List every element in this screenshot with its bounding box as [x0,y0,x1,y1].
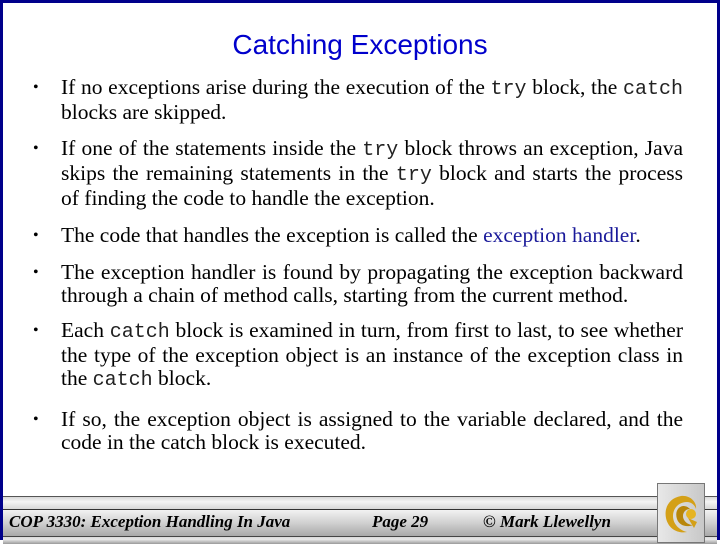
bullet-item: • If so, the exception object is assigned… [33,408,683,454]
bullet-icon: • [33,140,39,157]
bullet-list: • If no exceptions arise during the execu… [33,76,683,454]
code-keyword: try [395,164,432,187]
bullet-text: block, the [526,75,623,99]
highlighted-term: exception handler [483,223,636,247]
code-keyword: try [362,139,399,162]
bullet-item: • The exception handler is found by propa… [33,261,683,307]
bullet-icon: • [33,411,39,428]
bullet-icon: • [33,79,39,96]
code-keyword: catch [109,321,170,344]
slide-title: Catching Exceptions [232,29,488,60]
bullet-text: Each [61,318,110,342]
bullet-item: • The code that handles the exception is … [33,224,683,247]
bullet-item: • If one of the statements inside the try… [33,137,683,210]
code-keyword: try [490,78,527,101]
bullet-icon: • [33,322,39,339]
logo-box [657,483,705,543]
footer-course: COP 3330: Exception Handling In Java [9,512,291,531]
bullet-text: If one of the statements inside the [61,136,363,160]
code-keyword: catch [92,369,153,392]
bullet-text: The code that handles the exception is c… [61,223,484,247]
bullet-text: If no exceptions arise during the execut… [61,75,491,99]
pegasus-logo-icon [665,495,697,533]
bullet-text: block. [152,366,212,390]
bullet-text: The exception handler is found by propag… [61,260,683,307]
bullet-item: • If no exceptions arise during the execu… [33,76,683,124]
bullet-item: • Each catch block is examined in turn, f… [33,318,683,393]
bullet-text: . [635,223,641,247]
bullet-text: blocks are skipped. [61,100,227,124]
bullet-icon: • [33,264,39,281]
bullet-text: If so, the exception object is assigned … [61,407,683,454]
footer-bar: COP 3330: Exception Handling In Java Pag… [3,496,717,544]
footer-page-number: Page 29 [372,512,429,531]
footer-copyright: © Mark Llewellyn [483,512,611,531]
bullet-icon: • [33,227,39,244]
slide: Catching Exceptions • If no exceptions ar… [0,0,720,544]
code-keyword: catch [622,78,683,101]
